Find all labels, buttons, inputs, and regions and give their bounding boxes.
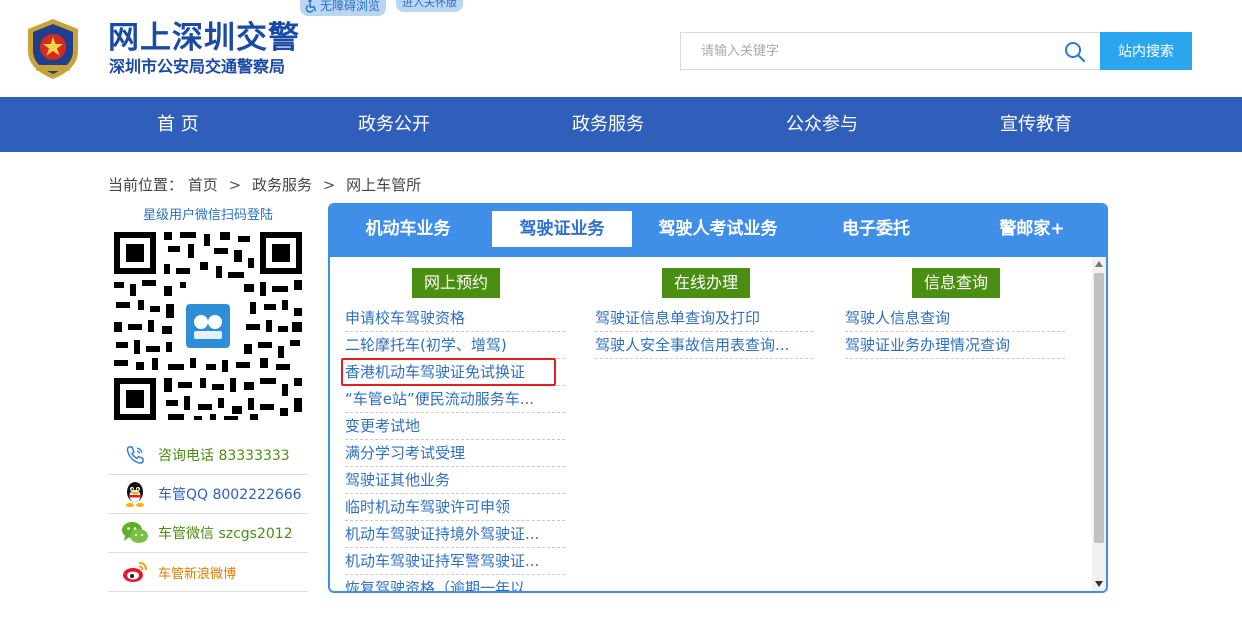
scrollbar-thumb[interactable] [1094, 273, 1104, 543]
link-driver-info-query[interactable]: 驾驶人信息查询 [845, 305, 1065, 332]
site-subtitle: 深圳市公安局交通警察局 [109, 57, 286, 76]
breadcrumb-separator: > [322, 176, 336, 194]
link-mobile-service-vehicle[interactable]: “车管e站”便民流动服务车... [345, 386, 565, 413]
nav-item-publicity-education[interactable]: 宣传教育 [1000, 97, 1072, 152]
contact-wechat[interactable]: 车管微信 szcgs2012 [108, 514, 308, 553]
accessibility-label: 无障碍浏览 [320, 0, 381, 13]
site-header: 网上深圳交警 深圳市公安局交通警察局 无障碍浏览 进入关怀版 站内搜索 [0, 0, 1242, 97]
site-search-button[interactable]: 站内搜索 [1100, 32, 1192, 70]
link-license-status-query[interactable]: 驾驶证业务办理情况查询 [845, 332, 1065, 359]
nav-item-government-affairs[interactable]: 政务公开 [358, 97, 430, 152]
link-accident-credit-query[interactable]: 驾驶人安全事故信用表查询... [595, 332, 813, 359]
nav-item-public-participation[interactable]: 公众参与 [786, 97, 858, 152]
qq-penguin-icon [118, 480, 152, 508]
tab-police-post-home[interactable]: 警邮家+ [972, 211, 1092, 247]
phone-icon [118, 441, 152, 469]
column-title-online-processing: 在线办理 [662, 268, 751, 298]
tab-e-entrust[interactable]: 电子委托 [816, 211, 936, 247]
link-motorcycle-learner[interactable]: 二轮摩托车(初学、增驾) [345, 332, 565, 359]
contact-phone-label: 咨询电话 83333333 [158, 448, 290, 464]
column-title-online-booking: 网上预约 [412, 268, 501, 298]
contact-qq-label: 车管QQ 8002222666 [158, 487, 302, 503]
business-tabbar: 机动车业务 驾驶证业务 驾驶人考试业务 电子委托 警邮家+ [330, 205, 1106, 257]
accessibility-button[interactable]: 无障碍浏览 [300, 0, 387, 16]
contact-phone[interactable]: 咨询电话 83333333 [108, 436, 308, 475]
breadcrumb-government-services[interactable]: 政务服务 [252, 176, 312, 194]
breadcrumb-separator: > [228, 176, 242, 194]
link-temporary-driving-permit[interactable]: 临时机动车驾驶许可申领 [345, 494, 565, 521]
contact-weibo[interactable]: 车管新浪微博 [108, 553, 308, 592]
nav-item-home[interactable]: 首 页 [157, 97, 199, 152]
breadcrumb: 当前位置： 首页 > 政务服务 > 网上车管所 [108, 174, 421, 195]
panel-scrollbar[interactable] [1092, 257, 1106, 591]
qr-login-title: 星级用户微信扫码登陆 [142, 208, 273, 223]
site-title: 网上深圳交警 [108, 20, 300, 56]
search-box [680, 32, 1100, 70]
tab-vehicle-business[interactable]: 机动车业务 [348, 211, 468, 247]
column-title-info-query: 信息查询 [912, 268, 1001, 298]
contact-weibo-label: 车管新浪微博 [158, 566, 237, 582]
link-change-exam-location[interactable]: 变更考试地 [345, 413, 565, 440]
care-version-button[interactable]: 进入关怀版 [396, 0, 463, 12]
link-school-bus-qualification[interactable]: 申请校车驾驶资格 [345, 305, 565, 332]
police-emblem-icon[interactable] [22, 17, 84, 81]
link-hk-license-exchange[interactable]: 香港机动车驾驶证免试换证 [345, 359, 565, 386]
nav-item-government-services[interactable]: 政务服务 [572, 97, 644, 152]
business-panel: 机动车业务 驾驶证业务 驾驶人考试业务 电子委托 警邮家+ 网上预约 申请校车驾… [328, 203, 1108, 593]
link-military-license-holder[interactable]: 机动车驾驶证持军警驾驶证... [345, 548, 565, 575]
wechat-icon [118, 519, 152, 547]
scroll-up-arrow-icon[interactable] [1092, 257, 1106, 271]
contact-wechat-label: 车管微信 szcgs2012 [158, 526, 293, 542]
wechat-login-qr-code[interactable] [110, 228, 306, 424]
search-icon[interactable] [1064, 41, 1086, 63]
breadcrumb-home[interactable]: 首页 [188, 176, 218, 194]
link-license-info-print[interactable]: 驾驶证信息单查询及打印 [595, 305, 813, 332]
contact-qq[interactable]: 车管QQ 8002222666 [108, 475, 308, 514]
link-license-other-business[interactable]: 驾驶证其他业务 [345, 467, 565, 494]
breadcrumb-prefix: 当前位置： [108, 176, 184, 194]
search-input[interactable] [681, 33, 1061, 69]
breadcrumb-online-vehicle-office[interactable]: 网上车管所 [346, 176, 421, 194]
link-full-score-study-exam[interactable]: 满分学习考试受理 [345, 440, 565, 467]
weibo-icon [118, 558, 152, 586]
scroll-down-arrow-icon[interactable] [1092, 577, 1106, 591]
qr-code-icon [110, 228, 306, 424]
wheelchair-icon [305, 0, 317, 13]
link-foreign-license-holder[interactable]: 机动车驾驶证持境外驾驶证... [345, 521, 565, 548]
tab-driving-license-business[interactable]: 驾驶证业务 [492, 211, 632, 247]
main-nav: 首 页 政务公开 政务服务 公众参与 宣传教育 [0, 97, 1242, 152]
link-restore-driving-qualification[interactable]: 恢复驾驶资格（逾期一年以 [345, 575, 565, 591]
tab-driver-exam-business[interactable]: 驾驶人考试业务 [648, 211, 788, 247]
